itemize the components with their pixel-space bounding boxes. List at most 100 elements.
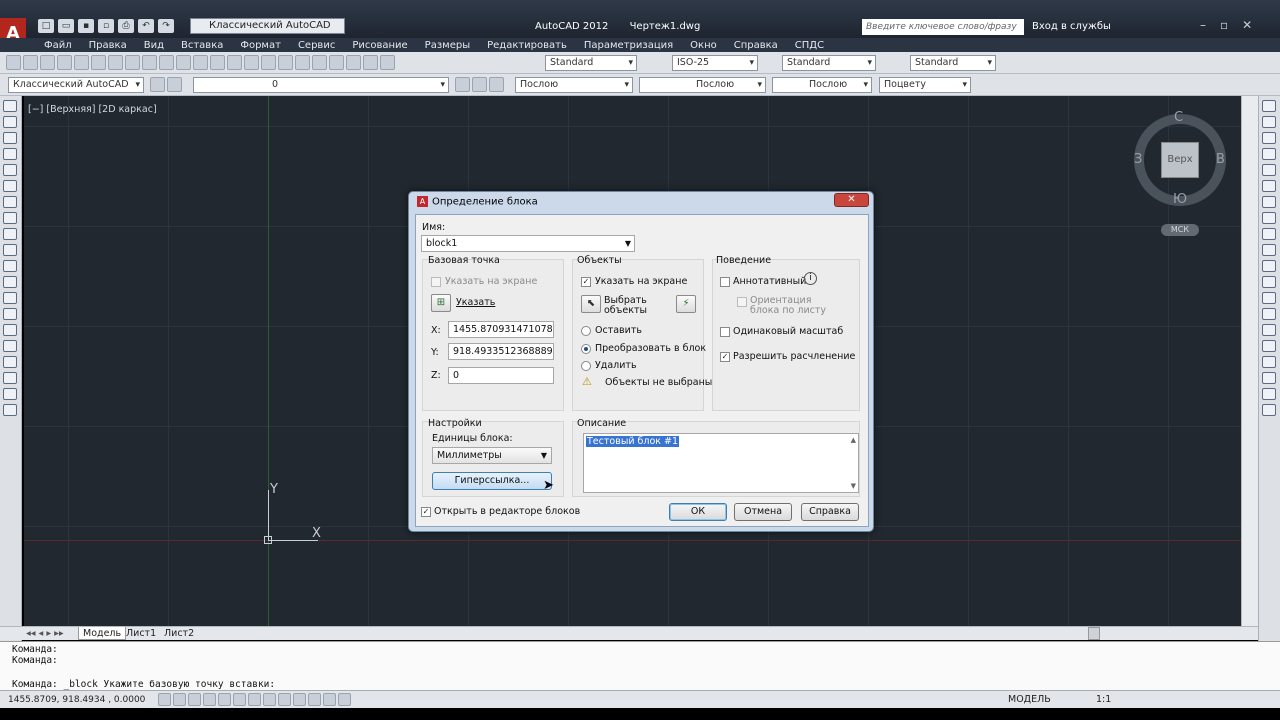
lineweight-select[interactable]: Послою — [772, 77, 872, 93]
arc-icon[interactable] — [3, 180, 17, 192]
select-objects-icon[interactable]: ⬉ — [581, 295, 601, 313]
save-icon[interactable] — [40, 55, 55, 70]
viewcube-west[interactable]: З — [1134, 152, 1142, 167]
pick-point-label[interactable]: Указать — [456, 297, 495, 308]
mleader-style-select[interactable]: Standard — [910, 55, 996, 71]
point-icon[interactable] — [3, 308, 17, 320]
select-objects-label[interactable]: Выбрать объекты — [604, 296, 664, 316]
rectangle-icon[interactable] — [3, 164, 17, 176]
lineweight-toggle-icon[interactable] — [293, 693, 306, 706]
cancel-button[interactable]: Отмена — [734, 503, 792, 521]
close-icon[interactable]: ✕ — [1242, 18, 1252, 32]
menu-format[interactable]: Формат — [240, 40, 281, 51]
gradient-icon[interactable] — [3, 340, 17, 352]
publish-icon[interactable] — [91, 55, 106, 70]
annotation-scale[interactable]: 1:1 — [1096, 694, 1111, 705]
allow-explode-checkbox[interactable]: ✓ — [720, 352, 730, 362]
tool-palettes-icon[interactable] — [312, 55, 327, 70]
layer-previous-icon[interactable] — [472, 77, 487, 92]
quick-select-icon[interactable]: ⚡ — [676, 295, 696, 313]
snap-mode-icon[interactable] — [158, 693, 171, 706]
color-select[interactable]: Послою — [515, 77, 633, 93]
block-units-select[interactable]: Миллиметры ▼ — [432, 447, 552, 464]
maximize-icon[interactable]: ▫ — [1220, 18, 1228, 32]
mtext-icon[interactable] — [3, 388, 17, 400]
mirror-icon[interactable] — [1262, 132, 1276, 144]
sheet-set-icon[interactable] — [329, 55, 344, 70]
retain-radio[interactable] — [581, 326, 591, 336]
blend-icon[interactable] — [1262, 356, 1276, 368]
ok-button[interactable]: ОК — [669, 503, 727, 521]
region-icon[interactable] — [3, 356, 17, 368]
construction-line-icon[interactable] — [3, 116, 17, 128]
horizontal-scroll-thumb[interactable] — [1088, 627, 1100, 640]
viewcube-south[interactable]: Ю — [1173, 192, 1187, 207]
dyn-icon[interactable] — [278, 693, 291, 706]
group-icon[interactable] — [1262, 404, 1276, 416]
ducs-icon[interactable] — [263, 693, 276, 706]
z-coordinate-input[interactable]: 0 — [448, 367, 554, 384]
draworder-icon[interactable] — [1262, 388, 1276, 400]
scale-icon[interactable] — [1262, 212, 1276, 224]
menu-modify[interactable]: Редактировать — [487, 40, 567, 51]
design-center-icon[interactable] — [295, 55, 310, 70]
zoom-icon[interactable] — [227, 55, 242, 70]
make-current-icon[interactable] — [455, 77, 470, 92]
cut-icon[interactable] — [108, 55, 123, 70]
open-in-editor-checkbox[interactable]: ✓ — [421, 507, 431, 517]
menu-insert[interactable]: Вставка — [181, 40, 223, 51]
menu-tools[interactable]: Сервис — [298, 40, 335, 51]
match-orientation-checkbox[interactable] — [737, 297, 747, 307]
table-style-select[interactable]: Standard — [782, 55, 876, 71]
workspace-combo[interactable]: Классический AutoCAD — [8, 77, 144, 93]
annotative-checkbox[interactable] — [720, 277, 730, 287]
wcs-menu[interactable]: МСК — [1161, 224, 1199, 236]
pick-point-icon[interactable]: ⊞ — [431, 294, 451, 312]
new-icon[interactable] — [6, 55, 21, 70]
transparency-icon[interactable] — [308, 693, 321, 706]
scroll-up-icon[interactable]: ▲ — [851, 436, 856, 444]
otrack-icon[interactable] — [248, 693, 261, 706]
line-icon[interactable] — [3, 100, 17, 112]
layer-state-icon[interactable] — [489, 77, 504, 92]
break-icon[interactable] — [1262, 292, 1276, 304]
minimize-icon[interactable]: – — [1200, 18, 1206, 32]
properties-icon[interactable] — [278, 55, 293, 70]
copy-icon[interactable] — [125, 55, 140, 70]
osnap-icon[interactable] — [218, 693, 231, 706]
print-icon[interactable]: ⎙ — [118, 19, 134, 33]
dialog-close-button[interactable]: ✕ — [834, 193, 869, 207]
join-icon[interactable] — [1262, 308, 1276, 320]
layer-select[interactable]: 0 — [193, 77, 449, 93]
hyperlink-button[interactable]: Гиперссылка... — [432, 472, 552, 490]
quick-properties-icon[interactable] — [323, 693, 336, 706]
signin-link[interactable]: Вход в службы — [1032, 21, 1111, 32]
make-block-icon[interactable] — [3, 292, 17, 304]
chamfer-icon[interactable] — [1262, 324, 1276, 336]
plotstyle-select[interactable]: Поцвету — [879, 77, 971, 93]
viewcube-east[interactable]: В — [1216, 152, 1225, 167]
ellipse-icon[interactable] — [3, 244, 17, 256]
3d-osnap-icon[interactable] — [233, 693, 246, 706]
save-icon[interactable]: ▪ — [78, 19, 94, 33]
scroll-down-icon[interactable]: ▼ — [851, 482, 856, 490]
tab-layout2[interactable]: Лист2 — [160, 627, 198, 640]
menu-parametric[interactable]: Параметризация — [584, 40, 673, 51]
stretch-icon[interactable] — [1262, 228, 1276, 240]
delete-radio[interactable] — [581, 361, 591, 371]
text-style-select[interactable]: Standard — [545, 55, 637, 71]
menu-view[interactable]: Вид — [144, 40, 164, 51]
polyline-icon[interactable] — [3, 132, 17, 144]
scale-uniformly-checkbox[interactable] — [720, 327, 730, 337]
menu-window[interactable]: Окно — [690, 40, 717, 51]
polygon-icon[interactable] — [3, 148, 17, 160]
x-coordinate-input[interactable]: 1455.870931471078 — [448, 321, 554, 338]
gear-icon[interactable] — [150, 77, 165, 92]
convert-radio[interactable] — [581, 344, 591, 354]
rotate-icon[interactable] — [1262, 196, 1276, 208]
open-icon[interactable] — [23, 55, 38, 70]
layer-properties-icon[interactable] — [167, 77, 182, 92]
help-icon[interactable] — [380, 55, 395, 70]
description-textarea[interactable]: Тестовый блок #1 ▲ ▼ — [583, 433, 859, 493]
search-input[interactable]: Введите ключевое слово/фразу — [862, 19, 1024, 35]
